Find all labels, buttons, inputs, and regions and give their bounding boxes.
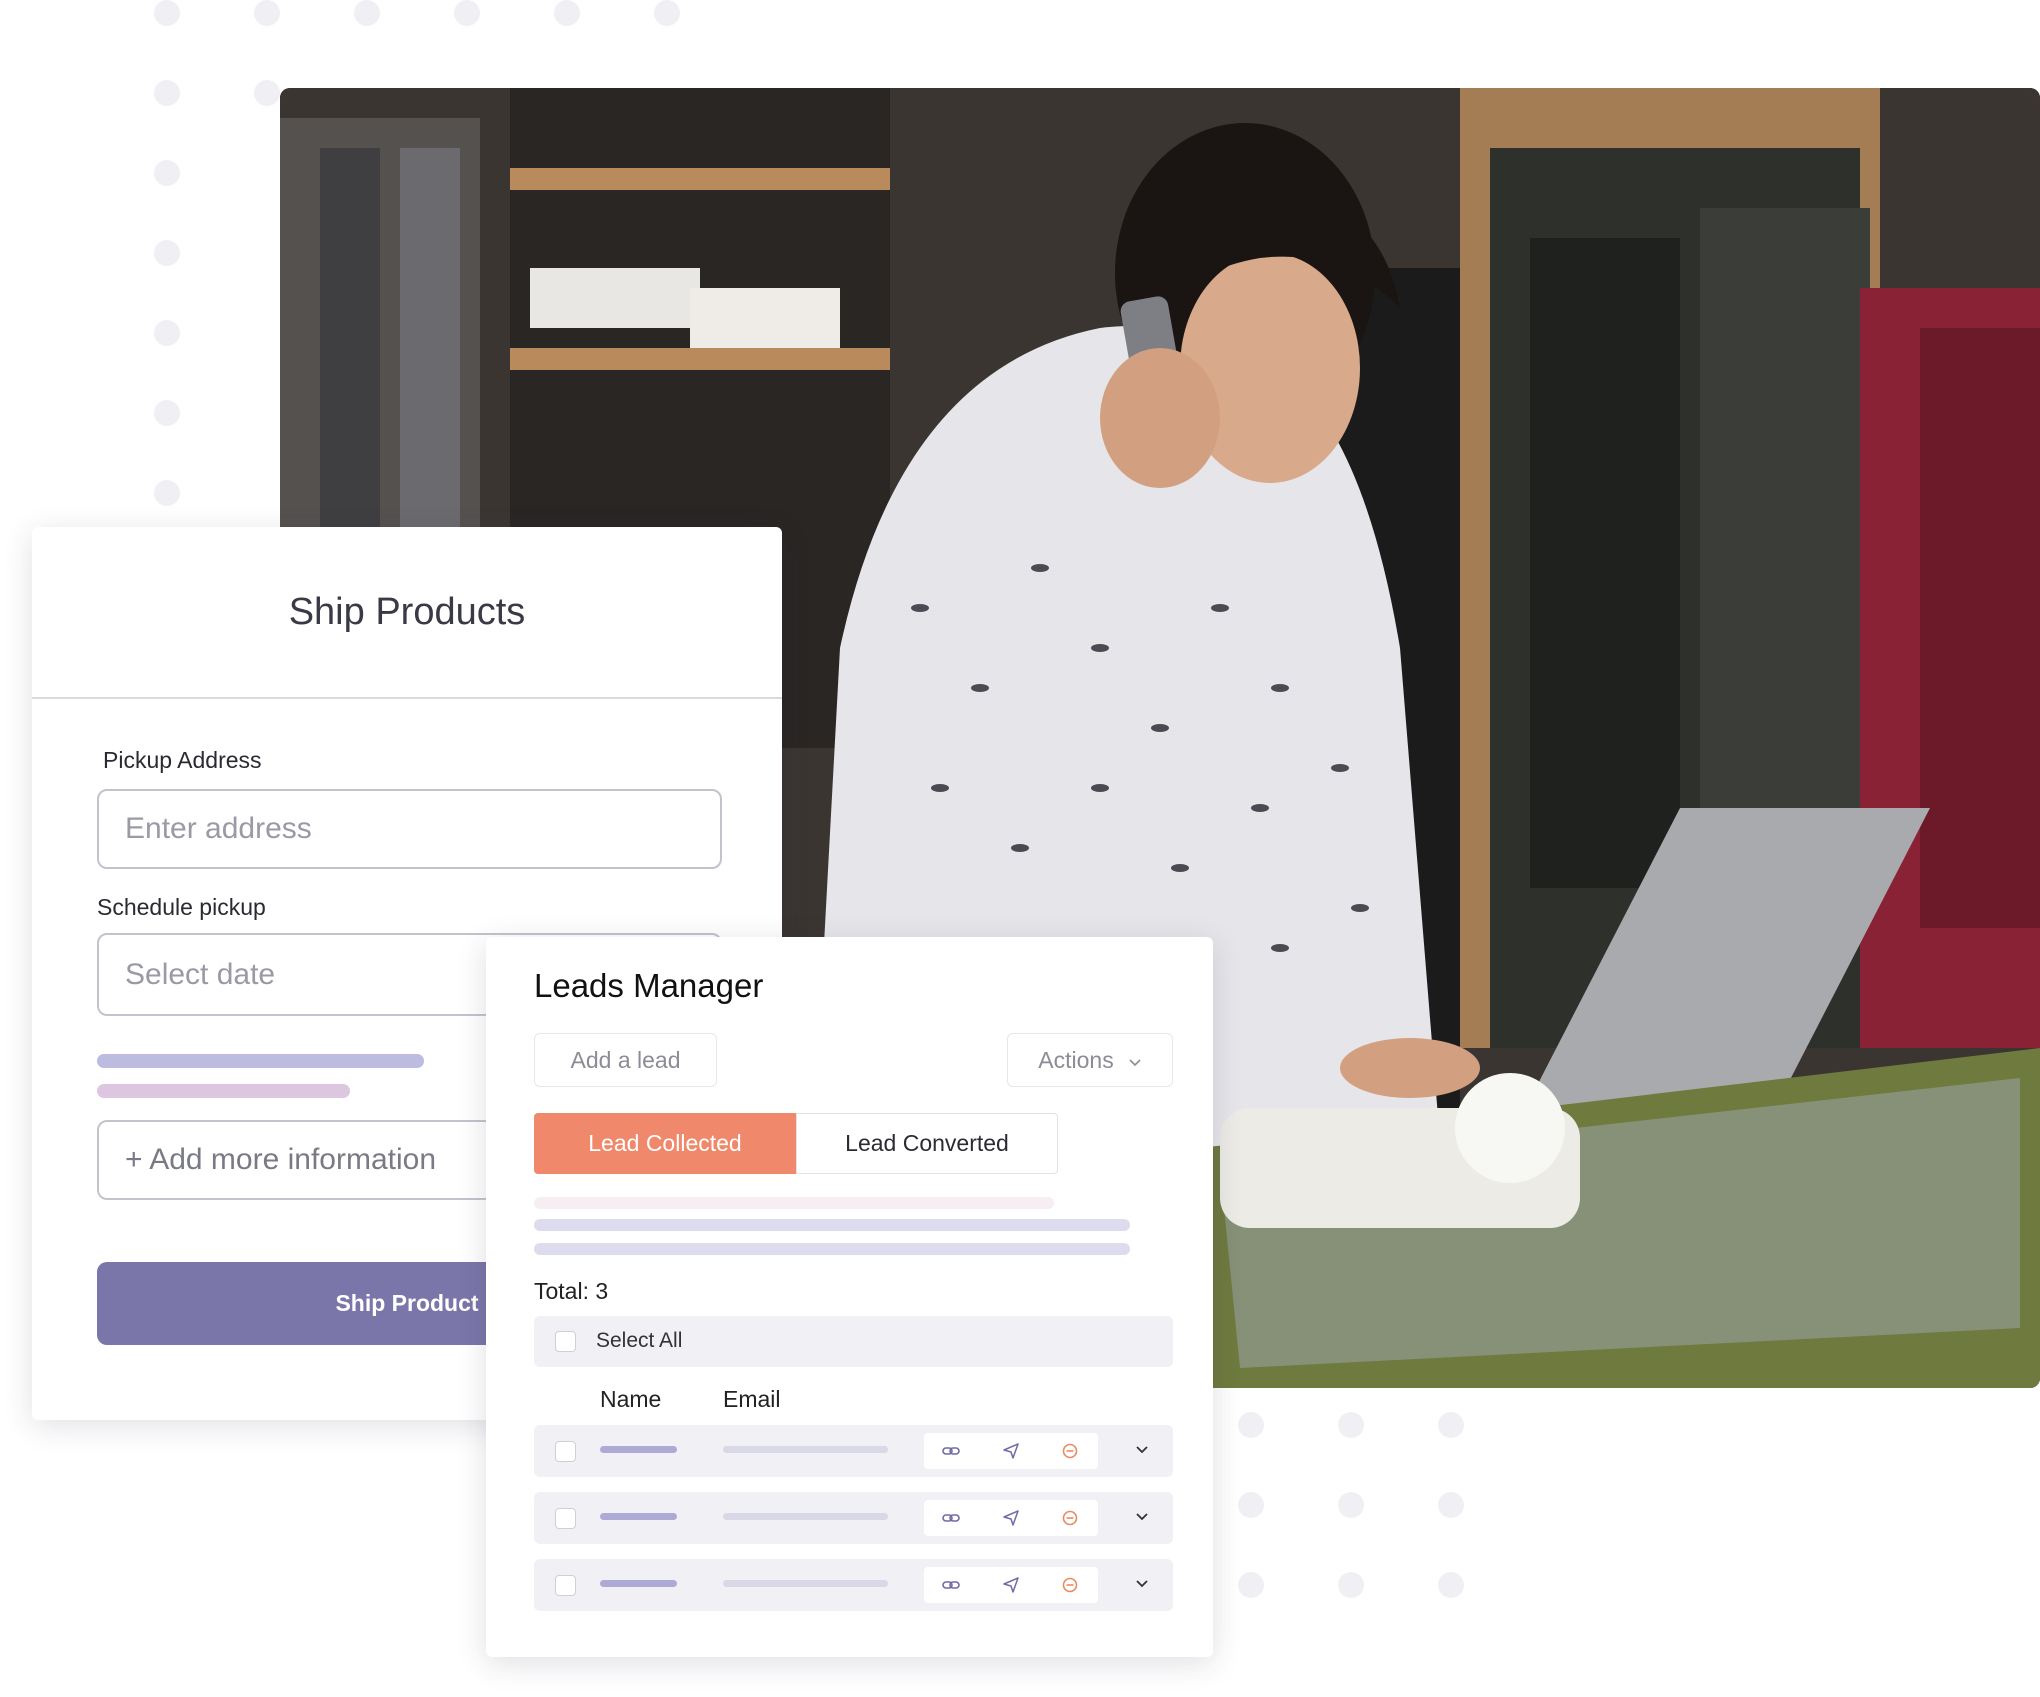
select-all-label: Select All bbox=[596, 1329, 683, 1352]
remove-icon[interactable] bbox=[1061, 1576, 1079, 1594]
link-icon[interactable] bbox=[942, 1509, 960, 1527]
row-name-placeholder bbox=[600, 1513, 677, 1520]
tab-lead-converted[interactable]: Lead Converted bbox=[796, 1113, 1058, 1174]
pickup-address-input[interactable]: Enter address bbox=[97, 789, 722, 869]
row-action-group bbox=[924, 1500, 1098, 1536]
link-icon[interactable] bbox=[942, 1442, 960, 1460]
chevron-down-icon[interactable] bbox=[1134, 1576, 1150, 1592]
pickup-address-label: Pickup Address bbox=[103, 747, 262, 773]
row-name-placeholder bbox=[600, 1580, 677, 1587]
chevron-down-icon[interactable] bbox=[1134, 1442, 1150, 1458]
tab-lead-collected[interactable]: Lead Collected bbox=[534, 1113, 796, 1174]
row-email-placeholder bbox=[723, 1580, 888, 1587]
link-icon[interactable] bbox=[942, 1576, 960, 1594]
placeholder-bar bbox=[534, 1243, 1130, 1255]
table-row[interactable] bbox=[534, 1559, 1173, 1611]
row-action-group bbox=[924, 1433, 1098, 1469]
table-row[interactable] bbox=[534, 1492, 1173, 1544]
row-checkbox[interactable] bbox=[555, 1508, 576, 1529]
send-icon[interactable] bbox=[1002, 1576, 1020, 1594]
actions-label: Actions bbox=[1038, 1046, 1114, 1073]
row-name-placeholder bbox=[600, 1446, 677, 1453]
schedule-pickup-placeholder: Select date bbox=[125, 957, 276, 991]
placeholder-bar bbox=[534, 1197, 1054, 1209]
leads-manager-card: Leads Manager Add a lead Actions Lead Co… bbox=[486, 937, 1213, 1657]
pickup-address-placeholder: Enter address bbox=[125, 812, 312, 845]
leads-manager-title: Leads Manager bbox=[534, 967, 764, 1004]
row-email-placeholder bbox=[723, 1446, 888, 1453]
leads-total-count: Total: 3 bbox=[534, 1278, 609, 1304]
select-all-row: Select All bbox=[534, 1316, 1173, 1367]
add-more-information-label: + Add more information bbox=[125, 1143, 437, 1176]
table-row[interactable] bbox=[534, 1425, 1173, 1477]
ship-products-title: Ship Products bbox=[288, 591, 526, 633]
select-all-checkbox[interactable] bbox=[555, 1331, 576, 1352]
remove-icon[interactable] bbox=[1061, 1442, 1079, 1460]
remove-icon[interactable] bbox=[1061, 1509, 1079, 1527]
send-icon[interactable] bbox=[1002, 1442, 1020, 1460]
actions-dropdown[interactable]: Actions bbox=[1007, 1033, 1173, 1087]
row-action-group bbox=[924, 1567, 1098, 1603]
ship-product-button-label: Ship Product bbox=[335, 1290, 479, 1316]
chevron-down-icon[interactable] bbox=[1134, 1509, 1150, 1525]
row-checkbox[interactable] bbox=[555, 1441, 576, 1462]
ship-products-divider bbox=[32, 697, 782, 699]
placeholder-bar bbox=[97, 1084, 350, 1098]
column-header-name: Name bbox=[600, 1386, 662, 1412]
add-lead-label: Add a lead bbox=[570, 1046, 681, 1073]
row-checkbox[interactable] bbox=[555, 1575, 576, 1596]
placeholder-bar bbox=[534, 1219, 1130, 1231]
add-lead-button[interactable]: Add a lead bbox=[534, 1033, 717, 1087]
send-icon[interactable] bbox=[1002, 1509, 1020, 1527]
schedule-pickup-label: Schedule pickup bbox=[97, 894, 266, 920]
row-email-placeholder bbox=[723, 1513, 888, 1520]
placeholder-bar bbox=[97, 1054, 424, 1068]
chevron-down-icon bbox=[1129, 1059, 1141, 1067]
column-header-email: Email bbox=[723, 1386, 781, 1412]
